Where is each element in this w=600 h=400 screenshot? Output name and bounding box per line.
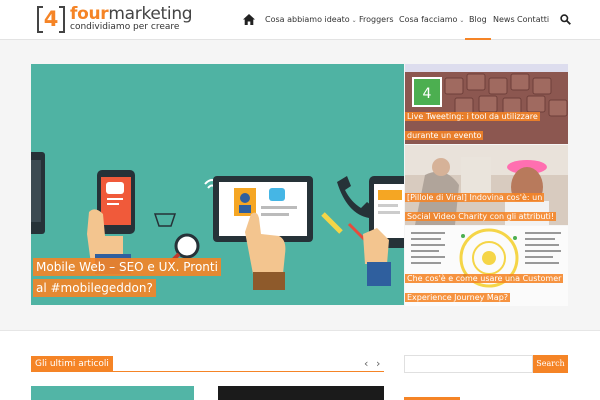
featured-post-side[interactable]: [Pillole di Viral] Indovina cos'è: un So… xyxy=(405,145,568,225)
nav-item-blog[interactable]: Blog xyxy=(465,14,491,40)
sidebar-search-button[interactable]: Search xyxy=(533,355,568,373)
home-icon[interactable] xyxy=(243,14,255,25)
logo-mark: 4 xyxy=(37,6,65,33)
search-icon[interactable] xyxy=(560,14,571,25)
side-post-title: Live Tweeting: i tool da utilizzare dura… xyxy=(405,112,540,140)
latest-articles-section: Gli ultimi articoli ‹ › Search xyxy=(0,330,600,400)
nav-item-froggers[interactable]: Froggers xyxy=(359,14,394,26)
featured-post-side[interactable]: 4 Live Tweeting: i tool da utilizzare du… xyxy=(405,64,568,144)
article-thumbnail[interactable] xyxy=(218,386,384,400)
site-logo[interactable]: 4 fourmarketing condividiamo per creare xyxy=(37,5,193,33)
featured-main-caption[interactable]: Mobile Web – SEO e UX. Pronti al #mobile… xyxy=(31,256,404,298)
sidebar-search-input[interactable] xyxy=(404,355,533,373)
carousel-next-button[interactable]: › xyxy=(376,357,380,371)
main-nav: Cosa abbiamo ideato ⌄ Froggers Cosa facci… xyxy=(240,0,580,40)
svg-text:4: 4 xyxy=(423,86,432,102)
side-post-title: Che cos'è e come usare una Customer Expe… xyxy=(405,274,564,302)
logo-number: 4 xyxy=(43,7,59,31)
section-divider xyxy=(31,371,384,372)
carousel-prev-button[interactable]: ‹ xyxy=(364,357,368,371)
featured-main-title-line2: al #mobilegeddon? xyxy=(33,279,156,297)
site-header: 4 fourmarketing condividiamo per creare … xyxy=(0,0,600,40)
logo-tagline: condividiamo per creare xyxy=(70,22,180,32)
nav-item-news[interactable]: News xyxy=(493,14,515,26)
nav-item-cosa-abbiamo-ideato[interactable]: Cosa abbiamo ideato ⌄ xyxy=(265,14,357,27)
latest-articles-title: Gli ultimi articoli xyxy=(31,356,113,372)
featured-post-side[interactable]: Che cos'è e come usare una Customer Expe… xyxy=(405,226,568,306)
nav-item-cosa-facciamo[interactable]: Cosa facciamo ⌄ xyxy=(399,14,464,27)
chevron-down-icon: ⌄ xyxy=(351,17,357,24)
logo-wordmark: fourmarketing xyxy=(70,4,193,24)
side-post-title: [Pillole di Viral] Indovina cos'è: un So… xyxy=(405,193,557,221)
chevron-down-icon: ⌄ xyxy=(459,17,465,24)
featured-main-title-line1: Mobile Web – SEO e UX. Pronti xyxy=(33,258,221,276)
nav-item-contatti[interactable]: Contatti xyxy=(517,14,549,26)
article-thumbnail[interactable] xyxy=(31,386,194,400)
